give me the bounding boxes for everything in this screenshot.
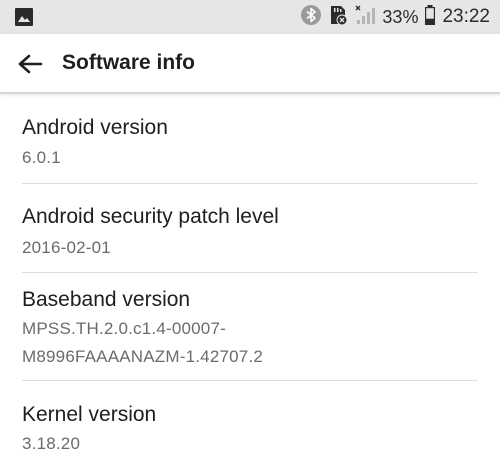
- status-bar: 33% 23:22: [0, 0, 500, 34]
- list-item-kernel-version[interactable]: Kernel version 3.18.20: [0, 381, 500, 462]
- battery-percent: 33%: [382, 6, 419, 27]
- item-value-line2: M8996FAAAANAZM-1.42707.2: [22, 347, 264, 366]
- status-icons: 33% 23:22: [294, 0, 490, 34]
- sd-card-icon: [328, 4, 348, 31]
- item-value: 6.0.1: [22, 148, 61, 167]
- bluetooth-icon: [300, 4, 322, 31]
- item-title: Kernel version: [22, 403, 157, 426]
- list-item-android-version[interactable]: Android version 6.0.1: [0, 96, 500, 184]
- signal-icon: [354, 4, 376, 31]
- list-item-baseband-version[interactable]: Baseband version MPSS.TH.2.0.c1.4-00007-…: [0, 273, 500, 381]
- item-value: 3.18.20: [22, 434, 81, 453]
- item-title: Baseband version: [22, 288, 191, 311]
- page-title: Software info: [62, 51, 196, 74]
- item-value: 2016-02-01: [22, 238, 111, 257]
- arrow-back-icon[interactable]: [14, 50, 46, 78]
- app-bar: Software info: [0, 34, 500, 94]
- item-title: Android security patch level: [22, 205, 279, 228]
- clock: 23:22: [442, 6, 490, 27]
- list-item-security-patch-level[interactable]: Android security patch level 2016-02-01: [0, 184, 500, 273]
- item-title: Android version: [22, 116, 168, 139]
- image-icon: [14, 7, 34, 27]
- item-value: MPSS.TH.2.0.c1.4-00007-: [22, 319, 226, 338]
- battery-icon: [424, 4, 436, 31]
- software-info-list: Android version 6.0.1 Android security p…: [0, 96, 500, 462]
